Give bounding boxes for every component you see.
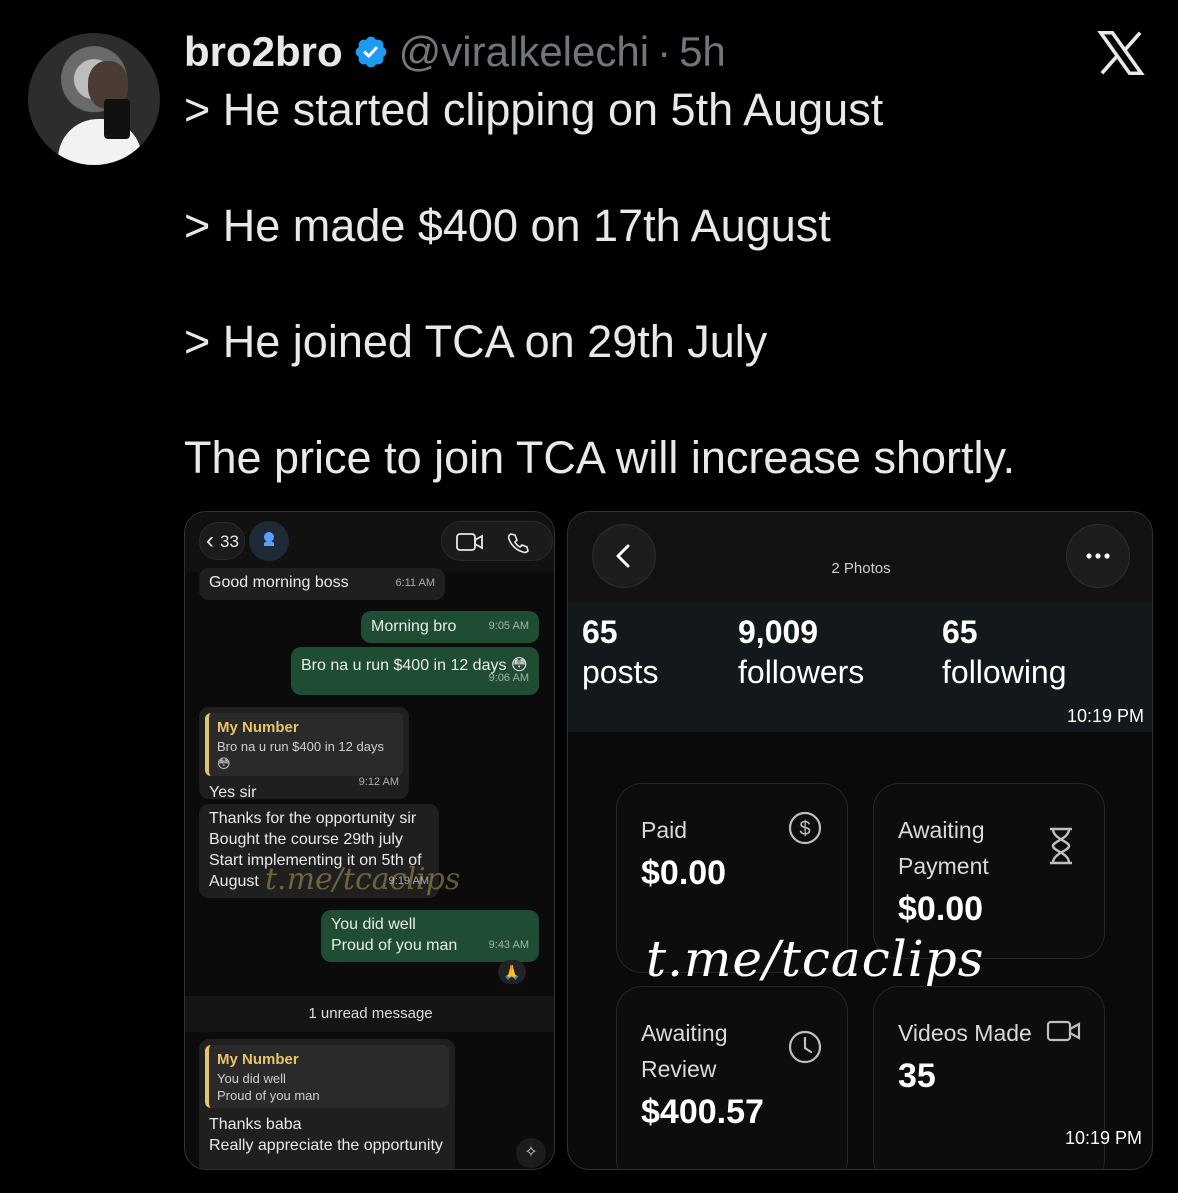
- author-avatar[interactable]: [28, 33, 160, 165]
- posts-label: posts: [582, 654, 659, 690]
- more-icon: [1086, 553, 1110, 559]
- display-name[interactable]: bro2bro: [184, 28, 343, 76]
- profile-stats: 65 posts 9,009 followers 65 following 10…: [568, 602, 1152, 732]
- message-time: 9:05 AM: [488, 620, 529, 632]
- verified-badge-icon: [355, 36, 387, 68]
- tweet-line-4: The price to join TCA will increase shor…: [184, 432, 1016, 483]
- awaiting-review-label: Awaiting: [641, 1020, 728, 1046]
- ai-sparkle-icon[interactable]: ✧: [516, 1138, 546, 1168]
- following-label: following: [942, 654, 1067, 690]
- message-outgoing[interactable]: You did well Proud of you man 9:43 AM: [321, 910, 539, 962]
- following-stat[interactable]: 65 following: [942, 612, 1067, 692]
- tweet-line-1: > He started clipping on 5th August: [184, 84, 884, 135]
- unread-count: 33: [220, 532, 239, 551]
- contact-avatar[interactable]: [249, 521, 289, 561]
- tweet-header: bro2bro @viralkelechi · 5h: [184, 28, 726, 76]
- watermark-text: t.me/tcaclips: [646, 930, 985, 988]
- phone-icon[interactable]: [506, 531, 530, 555]
- stats-screenshot[interactable]: 2 Photos 65 posts 9,009 followers 65 fol…: [567, 511, 1153, 1170]
- message-time: 9:43 AM: [488, 939, 529, 951]
- message-time: 9:06 AM: [488, 672, 529, 684]
- followers-label: followers: [738, 654, 865, 690]
- chevron-left-icon: ‹: [206, 527, 214, 554]
- message-line: Really appreciate the opportunity: [209, 1137, 443, 1154]
- quote-text: Bro na u run $400 in 12 days 😳: [217, 739, 384, 771]
- quote-line: Proud of you man: [217, 1088, 320, 1103]
- quote-author: My Number: [217, 719, 299, 736]
- chat-screenshot[interactable]: ‹ 33 Good morning boss 6:11 AM Morning b…: [184, 511, 555, 1170]
- awaiting-payment-label-2: Payment: [898, 853, 989, 879]
- message-incoming-reply[interactable]: My Number You did well Proud of you man …: [199, 1039, 455, 1169]
- followers-stat[interactable]: 9,009 followers: [738, 612, 864, 692]
- watermark-text: t.me/tcaclips: [265, 862, 461, 897]
- awaiting-payment-label: Awaiting: [898, 817, 985, 843]
- message-time: 6:11 AM: [395, 577, 435, 589]
- strip-timestamp: 10:19 PM: [1066, 706, 1144, 726]
- header-separator: ·: [657, 28, 672, 75]
- unread-divider: 1 unread message: [185, 996, 554, 1032]
- following-count: 65: [942, 614, 978, 650]
- message-outgoing[interactable]: Bro na u run $400 in 12 days 😳 9:06 AM: [291, 647, 539, 695]
- call-buttons: [441, 521, 553, 561]
- videos-made-value: 35: [898, 1057, 936, 1095]
- paid-label: Paid: [641, 817, 688, 843]
- videos-made-label: Videos Made: [898, 1020, 1032, 1046]
- stats-topbar: 2 Photos: [568, 512, 1152, 602]
- back-button[interactable]: [592, 524, 656, 588]
- dollar-icon: $: [788, 811, 822, 845]
- video-call-icon[interactable]: [456, 531, 484, 553]
- quote-author: My Number: [217, 1051, 299, 1068]
- x-logo-icon[interactable]: [1094, 26, 1148, 80]
- quoted-message[interactable]: My Number Bro na u run $400 in 12 days 😳: [205, 713, 403, 776]
- author-handle[interactable]: @viralkelechi: [399, 28, 649, 76]
- hourglass-icon: [1050, 827, 1072, 865]
- clock-icon: [788, 1030, 822, 1064]
- quoted-message[interactable]: My Number You did well Proud of you man: [205, 1045, 449, 1108]
- bottom-timestamp: 10:19 PM: [1064, 1128, 1142, 1148]
- awaiting-review-card[interactable]: Awaiting Review $400.57: [616, 986, 848, 1169]
- message-incoming[interactable]: Good morning boss 6:11 AM: [199, 568, 445, 600]
- video-camera-icon: [1046, 1020, 1081, 1042]
- posts-count: 65: [582, 614, 618, 650]
- more-button[interactable]: [1066, 524, 1130, 588]
- awaiting-review-value: $400.57: [641, 1093, 764, 1131]
- message-text: Good morning boss: [209, 574, 349, 591]
- paid-value: $0.00: [641, 854, 727, 892]
- awaiting-review-label-2: Review: [641, 1056, 717, 1082]
- message-line: Bought the course 29th july: [209, 831, 403, 848]
- reaction-badge[interactable]: 🙏: [498, 960, 526, 984]
- posts-stat[interactable]: 65 posts: [582, 612, 658, 692]
- photos-title: 2 Photos: [831, 560, 891, 577]
- avatar-phone: [104, 99, 130, 139]
- tweet-time[interactable]: 5h: [679, 28, 726, 76]
- tweet-line-3: > He joined TCA on 29th July: [184, 316, 768, 367]
- message-line: You did well: [331, 916, 416, 933]
- awaiting-payment-value: $0.00: [898, 890, 984, 928]
- chat-topbar: ‹ 33: [185, 512, 554, 572]
- message-outgoing[interactable]: Morning bro 9:05 AM: [361, 611, 539, 643]
- message-line: Thanks baba: [209, 1116, 302, 1133]
- svg-text:$: $: [799, 818, 810, 840]
- message-time: 9:12 AM: [358, 776, 399, 788]
- followers-count: 9,009: [738, 614, 819, 650]
- message-text: Morning bro: [371, 618, 457, 635]
- tweet-line-2: > He made $400 on 17th August: [184, 200, 831, 251]
- chat-back-button[interactable]: ‹ 33: [199, 522, 245, 560]
- message-incoming-reply[interactable]: My Number Bro na u run $400 in 12 days 😳…: [199, 707, 409, 801]
- message-line: Thanks for the opportunity sir: [209, 810, 417, 827]
- quote-line: You did well: [217, 1071, 286, 1086]
